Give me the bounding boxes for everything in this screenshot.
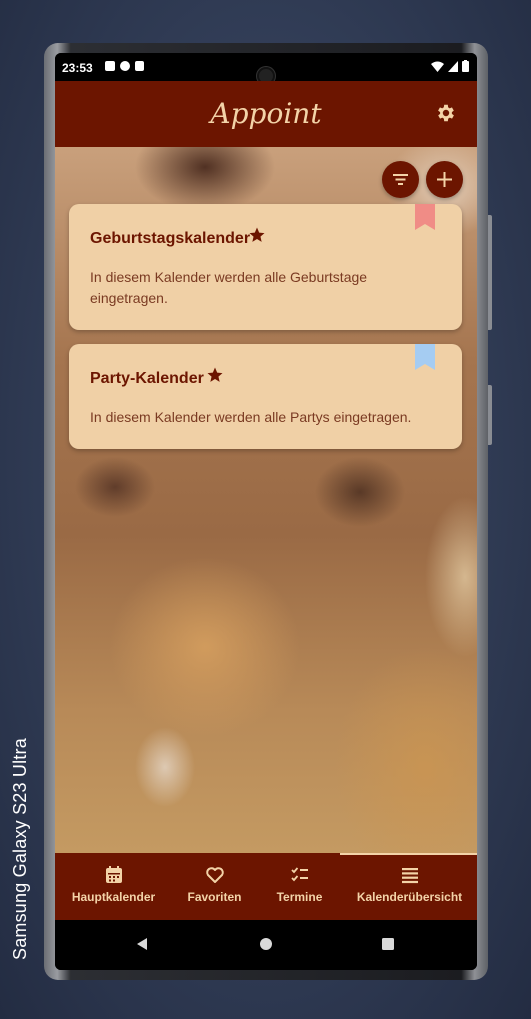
filter-icon xyxy=(393,174,408,185)
volume-button xyxy=(488,215,492,330)
nav-item-favoriten[interactable]: Favoriten xyxy=(172,853,257,920)
star-icon[interactable] xyxy=(248,226,266,244)
star-icon[interactable] xyxy=(206,366,224,384)
gear-icon[interactable] xyxy=(435,102,457,124)
calendar-title: Geburtstagskalender xyxy=(90,230,251,247)
bookmark-icon xyxy=(415,344,435,370)
calendar-title: Party-Kalender xyxy=(90,370,204,387)
photo-icon xyxy=(105,61,115,71)
face-icon xyxy=(120,61,130,71)
calendar-description: In diesem Kalender werden alle Partys ei… xyxy=(90,409,412,425)
calendar-card[interactable]: Party-Kalender In diesem Kalender werden… xyxy=(69,344,462,449)
nav-label: Hauptkalender xyxy=(71,890,156,904)
bottom-navigation: Hauptkalender Favoriten Termine Kalender… xyxy=(55,853,477,920)
calendar-card[interactable]: Geburtstagskalender In diesem Kalender w… xyxy=(69,204,462,330)
add-calendar-button[interactable] xyxy=(426,161,463,198)
back-icon[interactable] xyxy=(135,937,149,951)
system-navigation-bar xyxy=(55,920,477,970)
calendar-description: In diesem Kalender werden alle Geburtsta… xyxy=(90,269,368,306)
power-button xyxy=(488,385,492,445)
nav-label: Favoriten xyxy=(187,890,242,904)
recents-icon[interactable] xyxy=(381,937,395,951)
screen: 23:53 Appoint Geburtstagskalender In die… xyxy=(55,53,477,970)
nav-item-hauptkalender[interactable]: Hauptkalender xyxy=(55,853,172,920)
nav-label: Kalenderübersicht xyxy=(356,890,463,904)
nav-label: Termine xyxy=(276,890,323,904)
signal-icon xyxy=(448,61,458,72)
heart-icon xyxy=(205,867,224,883)
status-time: 23:53 xyxy=(62,61,93,75)
nav-item-termine[interactable]: Termine xyxy=(257,853,342,920)
nav-item-kalenderuebersicht[interactable]: Kalenderübersicht xyxy=(342,853,477,920)
filter-button[interactable] xyxy=(382,161,419,198)
list-icon xyxy=(401,868,418,884)
bookmark-icon xyxy=(415,204,435,230)
app-title: Appoint xyxy=(210,97,322,130)
plus-icon xyxy=(437,172,452,187)
wifi-icon xyxy=(431,61,444,72)
app-bar: Appoint xyxy=(55,81,477,147)
calendar-overview: Geburtstagskalender In diesem Kalender w… xyxy=(55,147,477,853)
calendar-icon xyxy=(105,866,122,883)
checklist-icon xyxy=(290,867,308,882)
home-icon[interactable] xyxy=(259,937,273,951)
battery-icon xyxy=(462,60,469,72)
sd-card-icon xyxy=(135,61,144,71)
